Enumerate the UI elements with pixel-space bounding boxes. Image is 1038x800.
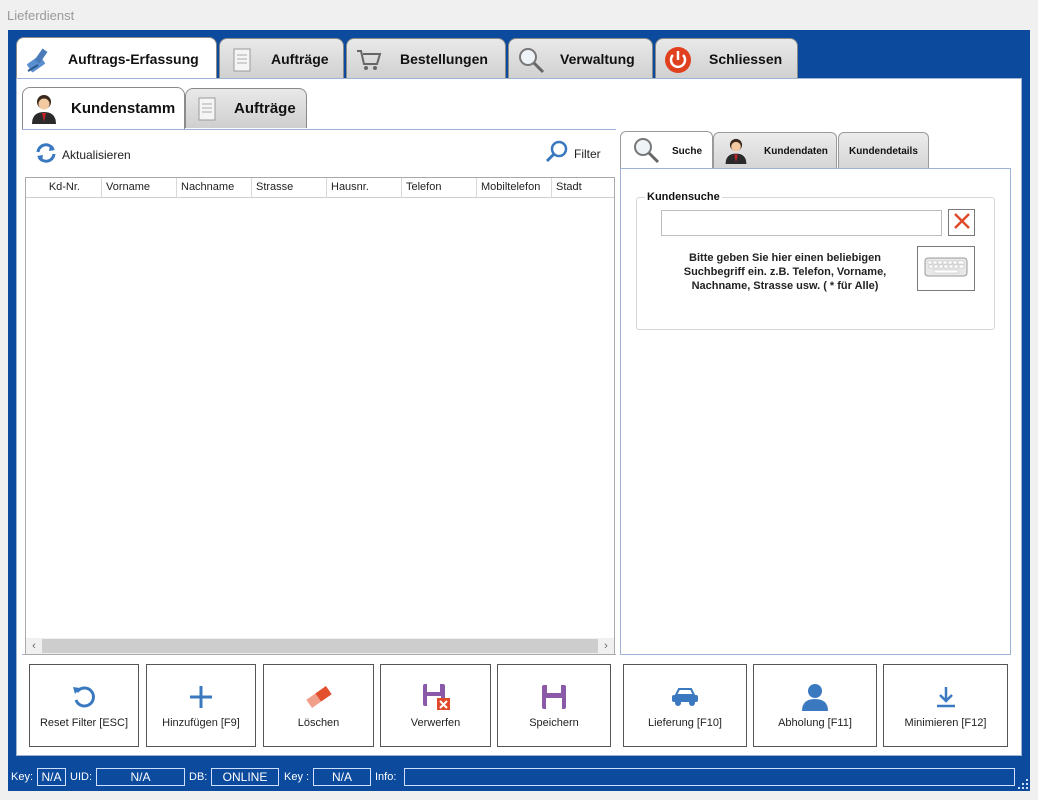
scroll-thumb[interactable]	[42, 639, 598, 653]
group-title: Kundensuche	[645, 191, 722, 203]
status-db-label: DB:	[189, 771, 208, 783]
user-icon	[754, 683, 876, 711]
tab-kundendaten[interactable]: Kundendaten	[713, 132, 837, 170]
customer-table[interactable]: Kd-Nr. Vorname Nachname Strasse Hausnr. …	[25, 177, 615, 655]
column-header[interactable]: Vorname	[101, 178, 176, 198]
column-header[interactable]: Mobiltelefon	[476, 178, 551, 198]
tab-label: Suche	[672, 146, 703, 157]
clear-search-button[interactable]	[948, 209, 975, 236]
person-icon	[29, 92, 59, 129]
discard-icon	[381, 683, 490, 711]
button-label: Lieferung [F10]	[648, 717, 722, 729]
status-db-value: ONLINE	[211, 768, 279, 786]
add-button[interactable]: Hinzufügen [F9]	[146, 664, 256, 747]
cart-icon	[353, 44, 385, 76]
magnifier-icon	[631, 135, 661, 168]
minimize-button[interactable]: Minimieren [F12]	[883, 664, 1008, 747]
tab-label: Aufträge	[271, 51, 329, 67]
status-key-value: N/A	[37, 768, 66, 786]
tab-verwaltung[interactable]: Verwaltung	[508, 38, 653, 80]
car-icon	[624, 683, 746, 711]
tab-label: Kundenstamm	[71, 100, 176, 117]
filter-button[interactable]: Filter	[544, 139, 601, 168]
button-label: Hinzufügen [F9]	[162, 717, 240, 729]
tab-sub-auftraege[interactable]: Aufträge	[185, 88, 307, 128]
search-hint: Bitte geben Sie hier einen beliebigen Su…	[683, 252, 887, 292]
save-icon	[498, 683, 610, 711]
scroll-left-icon[interactable]: ‹	[26, 638, 42, 654]
plus-icon	[147, 683, 255, 711]
status-bar: Key: N/A UID: N/A DB: ONLINE Key : N/A I…	[8, 763, 1030, 791]
status-uid-value: N/A	[96, 768, 185, 786]
receipt-icon	[196, 96, 218, 125]
window-bottom-edge	[0, 791, 1038, 800]
column-header[interactable]: Telefon	[401, 178, 476, 198]
tab-label: Kundendaten	[764, 146, 828, 157]
delivery-button[interactable]: Lieferung [F10]	[623, 664, 747, 747]
column-header[interactable]: Strasse	[251, 178, 326, 198]
horizontal-scrollbar[interactable]: ‹ ›	[26, 638, 614, 654]
brush-icon	[23, 44, 55, 76]
column-header[interactable]: Kd-Nr.	[26, 178, 102, 198]
status-key2-label: Key :	[284, 771, 310, 783]
save-button[interactable]: Speichern	[497, 664, 611, 747]
power-icon	[662, 44, 694, 76]
delete-button[interactable]: Löschen	[263, 664, 374, 747]
status-info-label: Info:	[375, 771, 397, 783]
pickup-button[interactable]: Abholung [F11]	[753, 664, 877, 747]
table-header: Kd-Nr. Vorname Nachname Strasse Hausnr. …	[26, 178, 614, 198]
tab-label: Kundendetails	[849, 146, 918, 157]
discard-button[interactable]: Verwerfen	[380, 664, 491, 747]
receipt-icon	[226, 44, 258, 76]
resize-grip-icon[interactable]	[1018, 779, 1028, 789]
tab-kundenstamm[interactable]: Kundenstamm	[22, 87, 185, 129]
eraser-icon	[264, 683, 373, 711]
refresh-button[interactable]: Aktualisieren	[34, 142, 131, 167]
refresh-label: Aktualisieren	[62, 147, 131, 162]
column-header[interactable]: Hausnr.	[326, 178, 401, 198]
button-label: Löschen	[297, 717, 340, 729]
download-icon	[884, 683, 1007, 711]
tab-label: Schliessen	[709, 51, 783, 67]
tab-label: Verwaltung	[560, 51, 635, 67]
window-title: Lieferdienst	[7, 8, 75, 23]
filter-label: Filter	[574, 146, 601, 161]
button-label: Verwerfen	[410, 717, 461, 729]
column-header[interactable]: Nachname	[176, 178, 251, 198]
tab-auftraege[interactable]: Aufträge	[219, 38, 344, 80]
keyboard-button[interactable]	[917, 246, 975, 291]
tab-suche[interactable]: Suche	[620, 131, 713, 171]
keyboard-icon	[924, 255, 968, 282]
reset-icon	[30, 683, 138, 711]
title-bar: Lieferdienst	[0, 0, 1038, 30]
magnifier-icon	[515, 44, 547, 76]
tab-auftrags-erfassung[interactable]: Auftrags-Erfassung	[16, 37, 217, 81]
scroll-right-icon[interactable]: ›	[598, 638, 614, 654]
status-uid-label: UID:	[70, 771, 92, 783]
person-icon	[723, 135, 749, 170]
status-key-label: Key:	[11, 771, 34, 783]
status-key2-value: N/A	[313, 768, 371, 786]
button-label: Reset Filter [ESC]	[39, 717, 129, 729]
tab-label: Aufträge	[234, 100, 296, 117]
column-header[interactable]: Stadt	[551, 178, 614, 198]
tab-label: Auftrags-Erfassung	[68, 51, 199, 67]
button-label: Minimieren [F12]	[904, 717, 987, 729]
tab-bestellungen[interactable]: Bestellungen	[346, 38, 506, 80]
search-icon	[544, 139, 570, 168]
refresh-icon	[34, 142, 58, 167]
button-label: Speichern	[529, 717, 579, 729]
reset-filter-button[interactable]: Reset Filter [ESC]	[29, 664, 139, 747]
search-input[interactable]	[661, 210, 942, 236]
tab-schliessen[interactable]: Schliessen	[655, 38, 798, 80]
tab-label: Bestellungen	[400, 51, 488, 67]
button-label: Abholung [F11]	[778, 717, 852, 729]
status-info-value	[404, 768, 1015, 786]
tab-kundendetails[interactable]: Kundendetails	[838, 132, 929, 170]
close-icon	[953, 212, 971, 233]
